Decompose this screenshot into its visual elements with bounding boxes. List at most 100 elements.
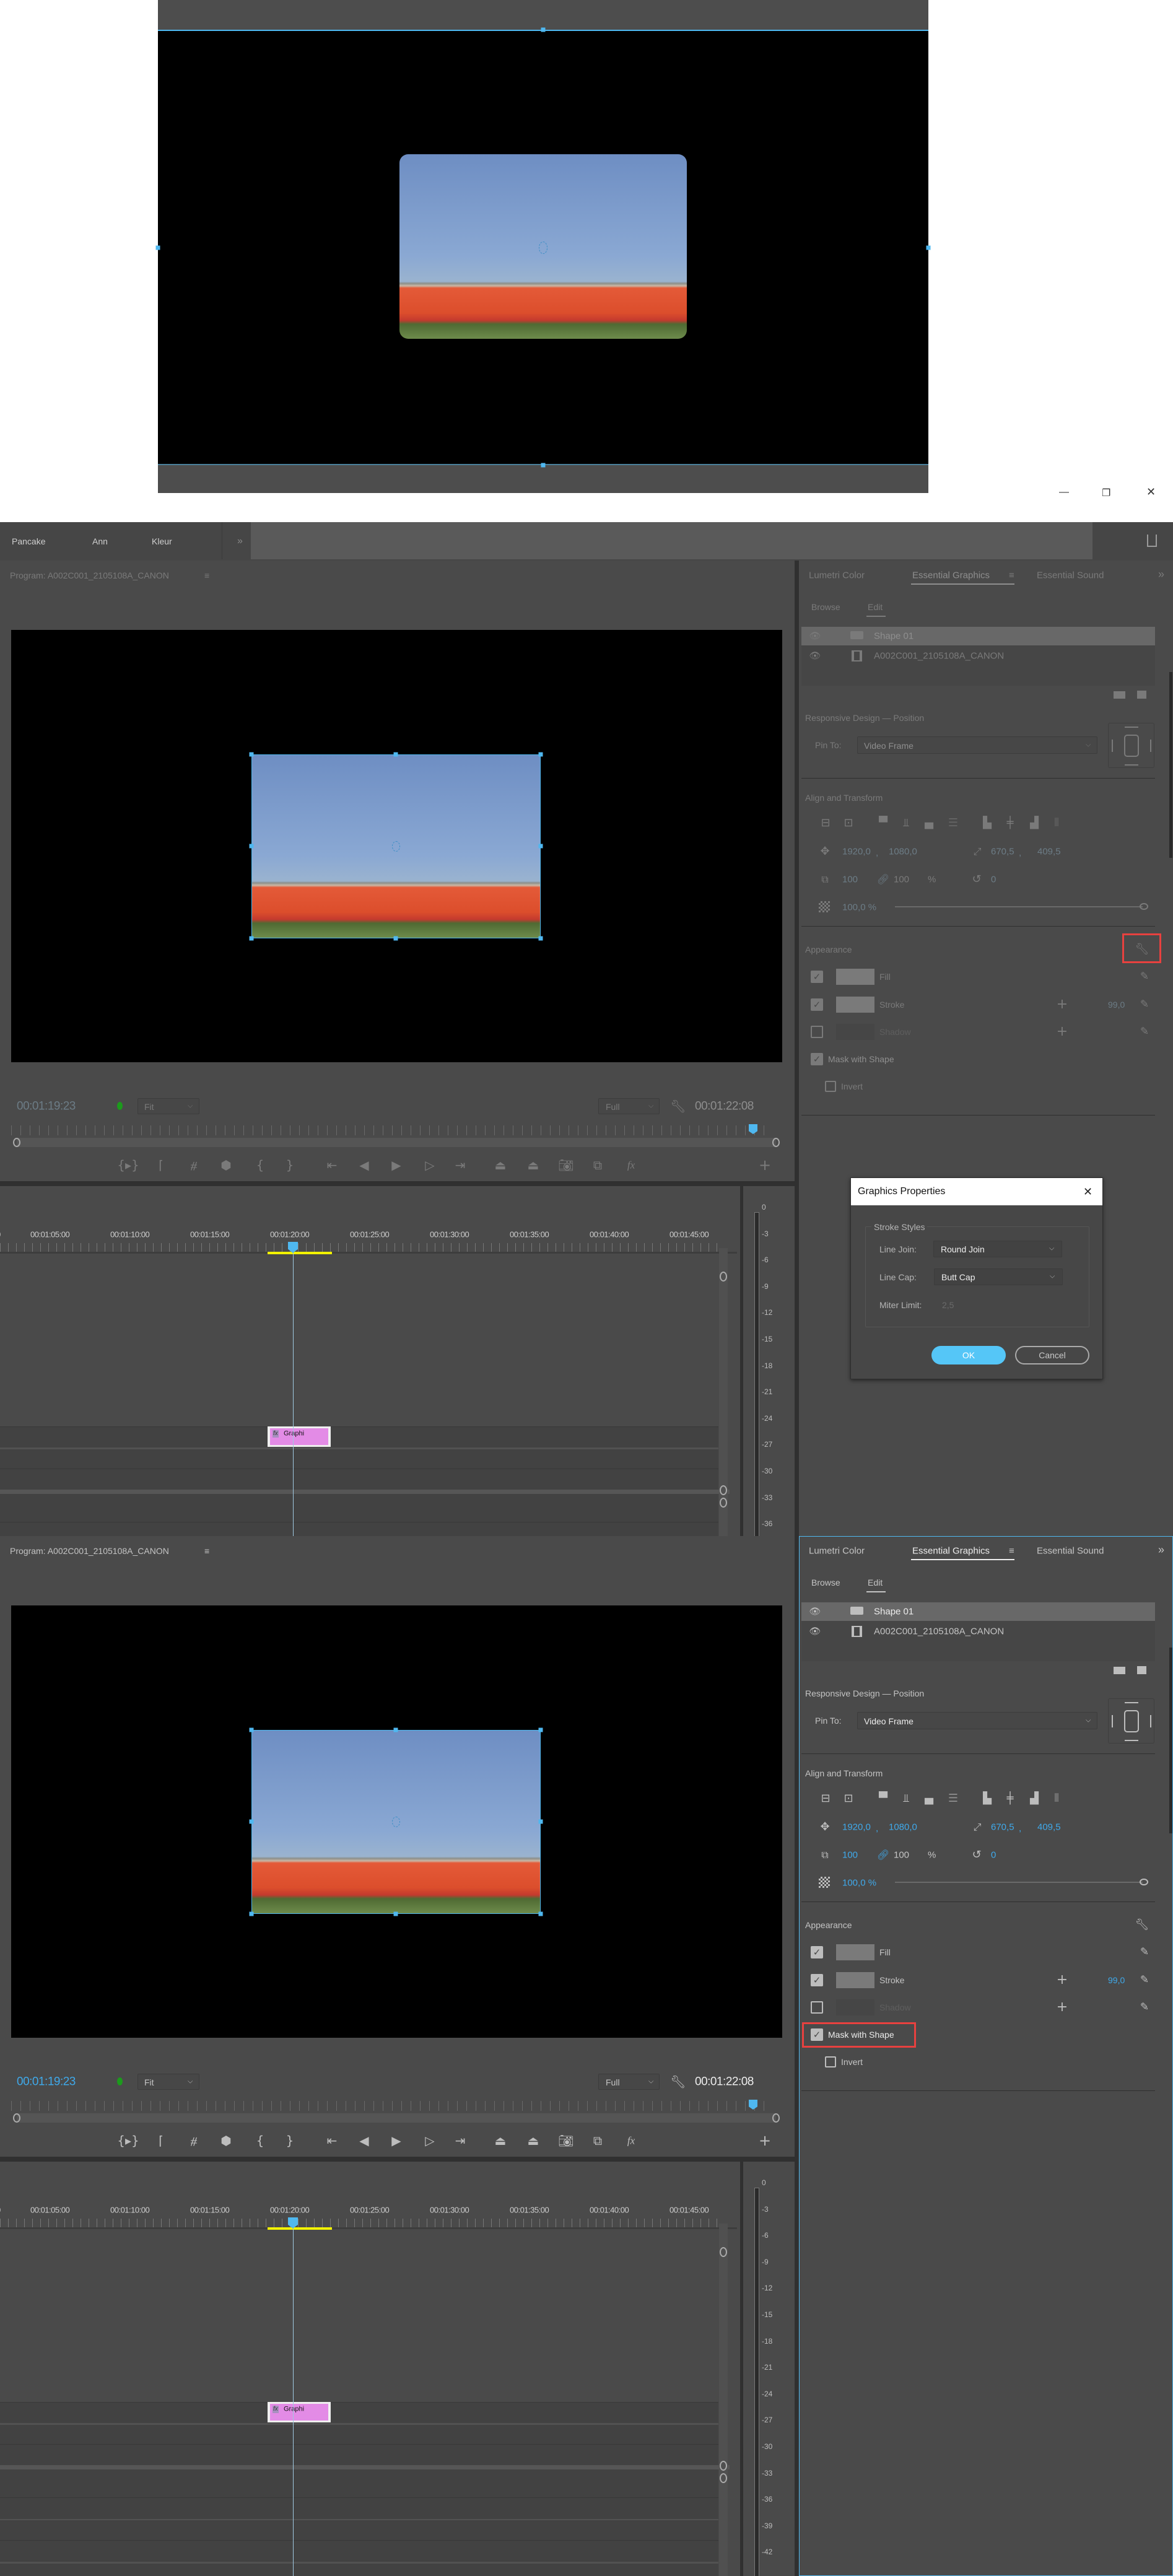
link-icon[interactable]: 🔗︎ [877,1850,889,1860]
align-right-icon[interactable]: ▟ [1030,818,1039,829]
timeline-scrollbar[interactable] [719,2224,728,2576]
bounding-handle[interactable] [249,844,254,849]
fill-checkbox[interactable]: ✓ [811,1946,823,1958]
mask-with-shape-label[interactable]: Mask with Shape [828,1055,894,1063]
position-y-value[interactable]: 1080,0 [889,847,917,857]
new-group-folder-icon[interactable] [1114,1667,1125,1674]
tab-essential-sound[interactable]: Essential Sound [1037,1547,1104,1556]
program-monitor-title[interactable]: Program: A002C001_2105108A_CANON [10,1547,169,1555]
tab-essential-sound[interactable]: Essential Sound [1037,571,1104,580]
anchor-x-value[interactable]: 670,5 [991,847,1014,857]
panel-scrollbar[interactable] [1169,672,1172,858]
fx-toggle-icon[interactable]: fx [627,2136,635,2146]
opacity-slider-thumb[interactable] [1140,903,1148,910]
rotation-value[interactable]: 0 [991,875,996,884]
timeline-ruler[interactable]: 00:01:05:00 00:01:10:00 00:01:15:00 00:01:2… [0,1231,718,1239]
align-horizontal-centers-icon[interactable]: ╪ [1007,818,1014,829]
more-panels-button[interactable]: » [1158,1544,1164,1555]
scroll-handle-left[interactable] [13,1138,20,1147]
export-frame-camera-icon[interactable]: 📷︎ [558,1159,573,1171]
new-layer-icon[interactable] [1137,1666,1146,1674]
layer-name[interactable]: Shape 01 [874,1607,914,1617]
opacity-value[interactable]: 100,0 % [842,1879,876,1888]
bounding-handle[interactable] [538,1819,543,1824]
scroll-handle-top[interactable] [720,1272,727,1281]
scroll-handle-bottom[interactable] [720,2461,727,2471]
scale-height-value[interactable]: 100 [894,875,909,884]
stroke-color-swatch[interactable] [836,997,874,1013]
add-button-icon[interactable]: + [759,1158,771,1172]
ok-button[interactable]: OK [931,1346,1006,1364]
rotation-value[interactable]: 0 [991,1851,996,1860]
align-vertical-center-frame-icon[interactable]: ⊟ [821,818,830,829]
position-y-value[interactable]: 1080,0 [889,1823,917,1832]
share-icon[interactable] [1147,535,1157,547]
workspace-tab[interactable]: Pancake [12,537,45,546]
resolution-select[interactable]: Full ⌵ [598,2074,660,2090]
step-forward-icon[interactable]: ▷ [425,2134,434,2147]
mark-out-icon[interactable]: } [286,2134,294,2147]
distribute-horizontal-icon[interactable]: ⫴ [1054,1793,1059,1804]
lift-icon[interactable]: ⏏ [495,1159,507,1171]
eye-icon[interactable]: 👁︎ [809,651,821,661]
play-icon[interactable]: ▶ [391,2134,401,2147]
line-cap-select[interactable]: Butt Cap ⌵ [934,1268,1063,1285]
pin-left-edge[interactable] [1112,740,1113,752]
workspaces-more-button[interactable]: » [237,536,243,546]
stroke-checkbox[interactable]: ✓ [811,1974,823,1986]
step-forward-icon[interactable]: ▷ [425,1159,434,1171]
align-left-icon[interactable]: ▙ [983,818,992,829]
lift-icon[interactable]: ⏏ [495,2134,507,2147]
close-icon[interactable]: ✕ [1146,486,1156,499]
step-back-icon[interactable]: ◀ [359,1159,368,1171]
bounding-handle[interactable] [249,1911,254,1916]
scale-width-value[interactable]: 100 [842,1851,858,1860]
timeline-ruler[interactable]: 00:01:05:00 00:01:10:00 00:01:15:00 00:01:2… [0,2206,718,2214]
in-out-range-bar[interactable] [268,1252,332,1254]
position-x-value[interactable]: 1920,0 [842,847,871,857]
bounding-handle[interactable] [541,463,546,468]
bounding-handle[interactable] [538,752,543,757]
layer-name[interactable]: A002C001_2105108A_CANON [874,652,1004,661]
opacity-value[interactable]: 100,0 % [842,903,876,912]
mini-time-ruler[interactable] [11,1125,773,1135]
pin-edges-widget[interactable] [1108,723,1154,768]
bounding-handle[interactable] [926,245,931,250]
align-horizontal-center-frame-icon[interactable]: ⊡ [844,1793,853,1804]
export-frame-camera-icon[interactable]: 📷︎ [558,2134,573,2147]
comparison-view-icon[interactable]: ⧉ [593,1159,602,1171]
invert-label[interactable]: Invert [841,2058,863,2066]
anchor-point-icon[interactable] [539,242,547,254]
marker-icon[interactable]: ⬢ [220,2134,231,2147]
stroke-width-value[interactable]: 99,0 [1108,1000,1125,1009]
eye-icon[interactable]: 👁︎ [809,1626,821,1636]
zoom-scrollbar[interactable] [17,1138,776,1147]
distribute-vertical-icon[interactable]: ☰ [948,1793,958,1804]
pin-to-select[interactable]: Video Frame ⌵ [857,1712,1097,1729]
go-to-out-icon[interactable]: ⇥ [455,2134,466,2147]
graphic-clip[interactable]: fx Graphi [268,1426,331,1447]
mini-time-ruler[interactable] [11,2101,773,2111]
panel-scrollbar[interactable] [1169,1648,1172,1833]
invert-checkbox[interactable] [825,1081,836,1092]
panel-menu-icon[interactable]: ≡ [204,571,209,580]
anchor-point-icon[interactable] [392,841,400,852]
bounding-handle[interactable] [249,1819,254,1824]
bounding-handle[interactable] [393,752,398,757]
pin-bottom-edge[interactable] [1125,1740,1138,1741]
align-bottom-icon[interactable]: ▄ [925,1793,933,1804]
wrench-icon[interactable]: 🔧︎ [670,2076,686,2088]
pin-left-edge[interactable] [1112,1715,1113,1727]
eyedropper-icon[interactable]: ✎ [1140,2002,1149,2013]
add-marker-icon[interactable]: ⌈ [159,2134,164,2147]
new-group-folder-icon[interactable] [1114,691,1125,699]
align-top-icon[interactable]: ▀ [879,818,887,829]
go-to-out-icon[interactable]: ⇥ [455,1159,466,1171]
current-timecode[interactable]: 00:01:19:23 [17,1101,76,1112]
bounding-handle[interactable] [538,1727,543,1732]
insert-marker-icon[interactable]: {▸} [117,1159,139,1171]
add-stroke-icon[interactable]: + [1057,1973,1068,1987]
shadow-color-swatch[interactable] [836,1999,874,2015]
anchor-x-value[interactable]: 670,5 [991,1823,1014,1832]
eyedropper-icon[interactable]: ✎ [1140,999,1149,1010]
